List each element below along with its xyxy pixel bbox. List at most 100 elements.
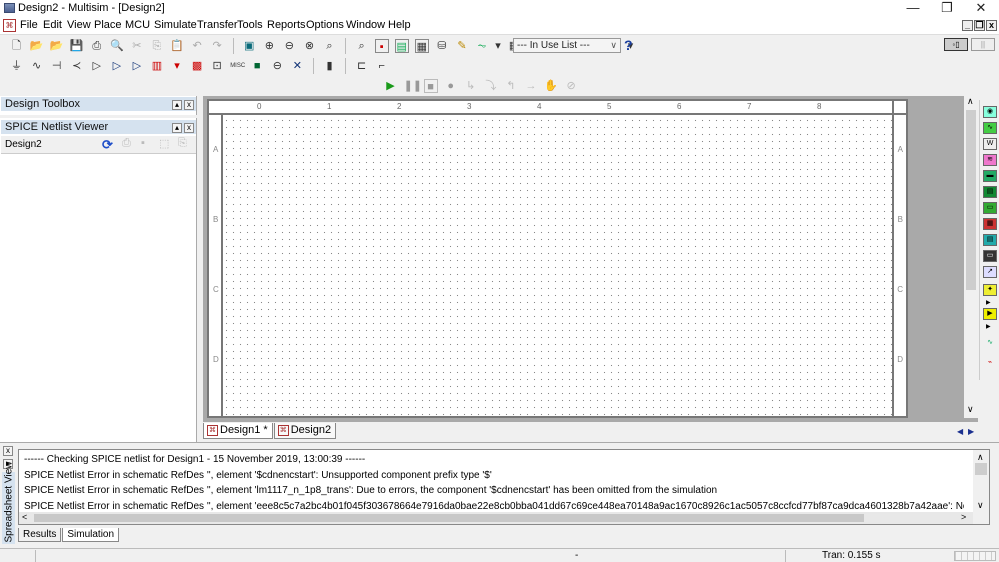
open-folder-icon[interactable]: 📂 <box>30 39 44 53</box>
tab-simulation[interactable]: Simulation <box>62 528 120 542</box>
document-icon[interactable]: ⌘ <box>3 19 16 32</box>
close-button[interactable]: ✕ <box>966 0 996 17</box>
menu-transfer[interactable]: Transfer <box>197 19 238 31</box>
labview-instruments-icon[interactable]: ▶ <box>983 308 997 320</box>
undo-icon[interactable]: ↶ <box>190 39 204 53</box>
grapher-dropdown-icon[interactable]: ▾ <box>495 39 501 53</box>
canvas-vertical-scrollbar[interactable]: ∧ ∨ <box>964 96 978 418</box>
scroll-thumb[interactable] <box>975 463 987 475</box>
find-icon[interactable]: ⌕ <box>355 39 369 53</box>
word-generator-icon[interactable]: ▦ <box>983 218 997 230</box>
toggle-breakpoint-icon[interactable]: ✋ <box>544 79 558 93</box>
run-to-cursor-icon[interactable]: → <box>524 79 538 93</box>
grid-view-icon[interactable]: ▦ <box>414 39 429 53</box>
run-icon[interactable]: ▶ <box>384 79 398 93</box>
new-file-icon[interactable]: 🗋 <box>10 39 24 53</box>
scroll-up-icon[interactable]: ∧ <box>977 452 984 463</box>
zoom-in-icon[interactable]: ⊕ <box>262 39 276 53</box>
menu-window[interactable]: Window <box>346 19 385 31</box>
menu-mcu[interactable]: MCU <box>125 19 150 31</box>
misc-icon[interactable]: MISC <box>230 59 245 73</box>
scroll-down-icon[interactable]: ∨ <box>977 500 984 511</box>
scroll-thumb[interactable] <box>966 110 976 290</box>
expand-arrow-icon[interactable]: ▶ <box>986 323 991 330</box>
frequency-counter-icon[interactable]: ▭ <box>983 202 997 214</box>
menu-view[interactable]: View <box>67 19 91 31</box>
menu-help[interactable]: Help <box>388 19 411 31</box>
scroll-thumb[interactable] <box>34 514 864 522</box>
save-icon[interactable]: ▪ <box>141 137 145 149</box>
logic-converter-icon[interactable]: ▭ <box>983 250 997 262</box>
step-over-icon[interactable]: ⤵ <box>484 79 498 93</box>
open-sample-icon[interactable]: 📂 <box>50 39 64 53</box>
analog-icon[interactable]: ▷ <box>90 59 104 73</box>
iv-analyzer-icon[interactable]: ↗ <box>983 266 997 278</box>
transistor-icon[interactable]: ≺ <box>70 59 84 73</box>
copy-icon[interactable]: ⎘ <box>150 39 164 53</box>
tab-results[interactable]: Results <box>18 528 62 542</box>
scroll-left-icon[interactable]: < <box>22 512 27 522</box>
electromechanical-icon[interactable]: ✕ <box>290 59 304 73</box>
mdi-restore-button[interactable]: ❐ <box>974 20 985 31</box>
bode-plotter-icon[interactable]: ▤ <box>983 186 997 198</box>
mdi-close-button[interactable]: x <box>986 20 997 31</box>
step-into-icon[interactable]: ↳ <box>464 79 478 93</box>
database-manager-icon[interactable]: ⛁ <box>435 39 449 53</box>
misc-digital-icon[interactable]: ▥ <box>150 59 164 73</box>
panel-collapse-button[interactable]: ▴ <box>172 100 182 110</box>
component-wizard-icon[interactable]: ✎ <box>455 39 469 53</box>
pause-at-next-icon[interactable]: ● <box>444 79 458 93</box>
redo-icon[interactable]: ↷ <box>210 39 224 53</box>
panel-close-button[interactable]: x <box>184 100 194 110</box>
indicator-icon[interactable]: ▩ <box>190 59 204 73</box>
menu-file[interactable]: File <box>20 19 38 31</box>
design-toolbox-toggle-icon[interactable]: ▪ <box>374 39 389 53</box>
print-preview-icon[interactable]: 🔍 <box>110 39 124 53</box>
paste-icon[interactable]: 📋 <box>170 39 184 53</box>
output-vertical-scrollbar[interactable]: ∧ ∨ <box>973 450 989 524</box>
ttl-icon[interactable]: ▷ <box>110 59 124 73</box>
stop-icon[interactable]: ■ <box>423 79 438 93</box>
panel-collapse-button[interactable]: ▴ <box>172 123 182 133</box>
toggle-fullscreen-icon[interactable]: ▣ <box>242 39 256 53</box>
tab-scroll-left-icon[interactable]: ◀ <box>957 427 963 436</box>
step-out-icon[interactable]: ↰ <box>504 79 518 93</box>
four-channel-oscilloscope-icon[interactable]: ▬ <box>983 170 997 182</box>
tab-design1[interactable]: ⌘ Design1 * <box>203 423 273 439</box>
diode-icon[interactable]: ⊣ <box>50 59 64 73</box>
tab-design2[interactable]: ⌘ Design2 <box>273 423 337 439</box>
zoom-area-icon[interactable]: ⊗ <box>302 39 316 53</box>
scroll-right-icon[interactable]: > <box>961 512 966 522</box>
rf-icon[interactable]: ⊖ <box>270 59 284 73</box>
output-horizontal-scrollbar[interactable]: < > <box>19 512 974 524</box>
minimize-button[interactable]: — <box>898 0 928 17</box>
help-icon[interactable]: ? <box>624 37 633 53</box>
source-icon[interactable]: ⏚ <box>10 59 24 73</box>
cut-icon[interactable]: ✂ <box>130 39 144 53</box>
select-all-icon[interactable]: ⬚ <box>159 137 169 150</box>
expand-arrow-icon[interactable]: ▶ <box>986 299 991 306</box>
wattmeter-icon[interactable]: W <box>983 138 997 150</box>
oscilloscope-icon[interactable]: ≋ <box>983 154 997 166</box>
probe-icon[interactable]: ⌁ <box>983 358 997 370</box>
basic-icon[interactable]: ∿ <box>30 59 44 73</box>
multimeter-icon[interactable]: ◉ <box>983 106 997 118</box>
zoom-sheet-icon[interactable]: ⌕ <box>323 39 337 53</box>
menu-simulate[interactable]: Simulate <box>154 19 197 31</box>
zoom-out-icon[interactable]: ⊖ <box>282 39 296 53</box>
function-generator-icon[interactable]: ∿ <box>983 122 997 134</box>
menu-options[interactable]: Options <box>306 19 344 31</box>
cmos-icon[interactable]: ▷ <box>130 59 144 73</box>
panel-close-button[interactable]: x <box>3 446 13 456</box>
scroll-down-icon[interactable]: ∨ <box>967 404 974 415</box>
remove-breakpoints-icon[interactable]: ⊘ <box>564 79 578 93</box>
spreadsheet-toggle-icon[interactable]: ▤ <box>394 39 409 53</box>
save-icon[interactable]: 💾 <box>70 39 84 53</box>
grapher-icon[interactable]: ⏦ <box>475 39 489 53</box>
tab-scroll-right-icon[interactable]: ▶ <box>968 427 974 436</box>
menu-tools[interactable]: Tools <box>237 19 263 31</box>
schematic-sheet[interactable]: 0 1 2 3 4 5 6 7 8 A B C D A B C D <box>207 99 908 418</box>
bus-icon[interactable]: ⌐ <box>375 59 389 73</box>
menu-place[interactable]: Place <box>94 19 122 31</box>
mdi-minimize-button[interactable]: _ <box>962 20 973 31</box>
